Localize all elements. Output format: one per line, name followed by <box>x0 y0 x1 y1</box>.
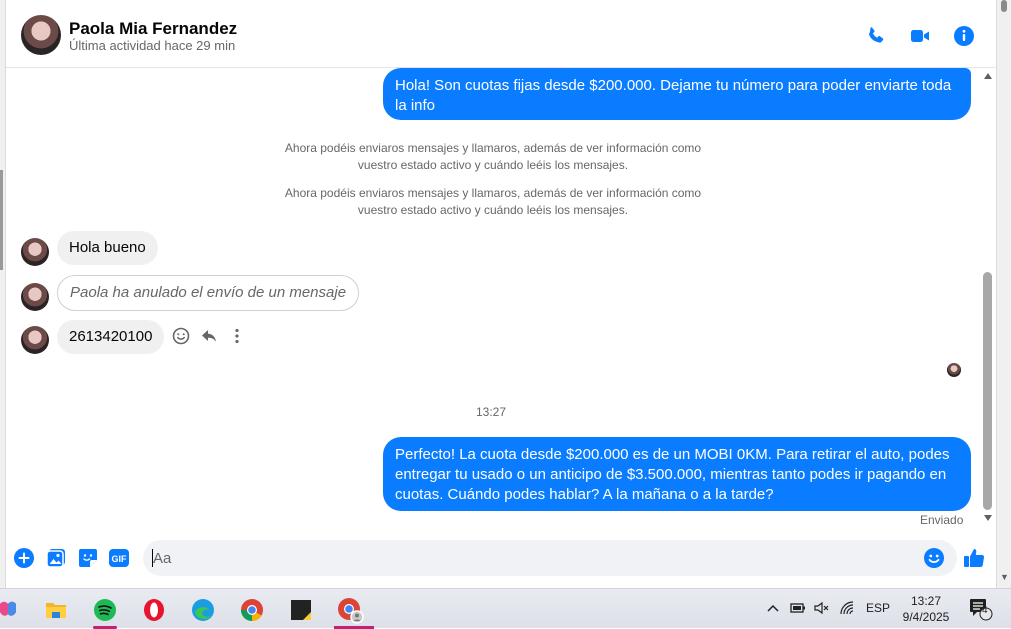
message-composer: GIF Aa <box>6 534 996 584</box>
language-indicator[interactable]: ESP <box>866 601 890 615</box>
system-clock[interactable]: 13:27 9/4/2025 <box>896 593 956 625</box>
contact-name[interactable]: Paola Mia Fernandez <box>69 19 237 39</box>
opera-icon[interactable] <box>138 595 170 625</box>
scroll-up-arrow-icon[interactable] <box>983 72 993 80</box>
timestamp: 13:27 <box>476 405 507 419</box>
windows-taskbar: ESP 13:27 9/4/2025 4 <box>0 588 1011 629</box>
chrome-profile-icon[interactable] <box>334 595 374 629</box>
video-icon[interactable] <box>908 24 932 48</box>
copilot-icon[interactable] <box>0 595 24 625</box>
spotify-icon[interactable] <box>89 595 121 629</box>
like-icon[interactable] <box>962 546 986 570</box>
system-notice: Ahora podéis enviaros mensajes y llamaro… <box>284 141 702 172</box>
plus-icon[interactable] <box>12 546 36 570</box>
system-notice: Ahora podéis enviaros mensajes y llamaro… <box>284 186 702 217</box>
message-input-placeholder: Aa <box>153 550 172 567</box>
messenger-window: Paola Mia Fernandez Última actividad hac… <box>0 0 1011 588</box>
react-smiley-icon[interactable] <box>171 326 191 346</box>
seen-avatar <box>947 363 961 377</box>
outgoing-message[interactable]: Hola! Son cuotas fijas desde $200.000. D… <box>383 68 971 120</box>
left-scroll-marker <box>0 170 3 270</box>
notification-center-icon[interactable]: 4 <box>968 597 994 624</box>
reply-icon[interactable] <box>199 326 219 346</box>
delivery-status: Enviado <box>920 513 964 527</box>
sticky-notes-icon[interactable] <box>285 595 317 625</box>
contact-avatar[interactable] <box>21 15 61 55</box>
wifi-icon[interactable] <box>840 601 856 618</box>
outer-scrollbar[interactable]: ▼ <box>996 0 1011 588</box>
more-options-icon[interactable] <box>227 326 247 346</box>
gif-icon[interactable]: GIF <box>107 546 131 570</box>
volume-muted-icon[interactable] <box>814 601 830 618</box>
sticker-icon[interactable] <box>76 546 100 570</box>
incoming-message[interactable]: 2613420100 <box>57 320 165 354</box>
outer-scrollbar-thumb[interactable] <box>1001 0 1007 12</box>
photo-icon[interactable] <box>44 546 68 570</box>
outgoing-message[interactable]: Perfecto! La cuota desde $200.000 es de … <box>383 437 971 511</box>
chat-scrollbar[interactable] <box>980 68 996 528</box>
sender-avatar[interactable] <box>21 238 49 266</box>
conversation-header: Paola Mia Fernandez Última actividad hac… <box>6 4 996 68</box>
info-icon[interactable] <box>952 24 976 48</box>
chrome-icon[interactable] <box>236 595 268 625</box>
chevron-up-icon[interactable] <box>766 601 780 618</box>
incoming-message[interactable]: Hola bueno <box>57 231 158 265</box>
phone-icon[interactable] <box>864 24 888 48</box>
sender-avatar[interactable] <box>21 283 49 311</box>
file-explorer-icon[interactable] <box>40 595 72 625</box>
message-input[interactable]: Aa <box>143 540 957 576</box>
gif-label: GIF <box>112 554 128 564</box>
clock-date: 9/4/2025 <box>902 610 950 624</box>
notification-count: 4 <box>982 605 988 616</box>
unsent-message-notice: Paola ha anulado el envío de un mensaje <box>57 275 360 311</box>
outer-scroll-down-icon[interactable]: ▼ <box>1000 572 1009 582</box>
sender-avatar[interactable] <box>21 326 49 354</box>
scroll-down-arrow-icon[interactable] <box>983 514 993 522</box>
message-list[interactable]: Hola! Son cuotas fijas desde $200.000. D… <box>6 68 980 528</box>
emoji-icon[interactable] <box>922 546 946 570</box>
edge-icon[interactable] <box>187 595 219 625</box>
battery-icon[interactable] <box>790 601 806 618</box>
scrollbar-thumb[interactable] <box>983 272 992 510</box>
clock-time: 13:27 <box>910 594 942 608</box>
contact-status: Última actividad hace 29 min <box>69 38 236 53</box>
